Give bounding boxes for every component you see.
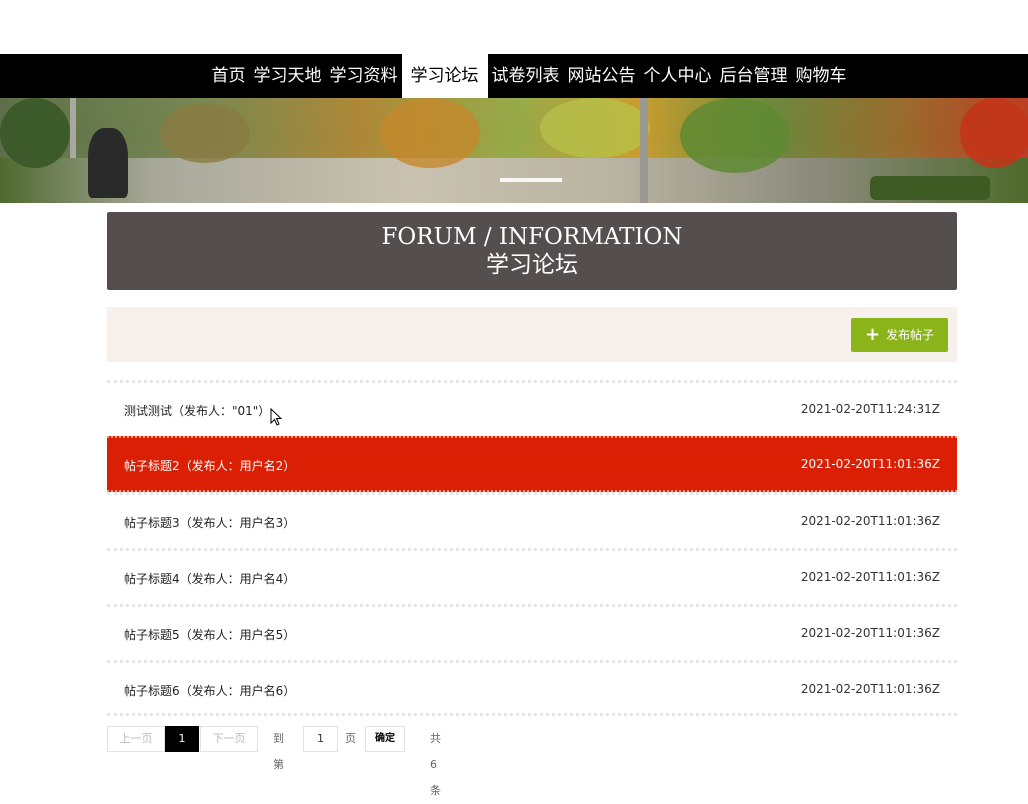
add-post-button[interactable]: + 发布帖子 (851, 318, 948, 352)
nav-item-study-world[interactable]: 学习天地 (250, 54, 326, 98)
post-title: 帖子标题4（发布人：用户名4） (124, 572, 296, 586)
post-list: 测试测试（发布人："01"） 2021-02-20T11:24:31Z 帖子标题… (107, 380, 957, 716)
plus-icon: + (865, 324, 881, 345)
post-date: 2021-02-20T11:01:36Z (800, 626, 940, 640)
nav-item-admin[interactable]: 后台管理 (716, 54, 792, 98)
post-row[interactable]: 帖子标题4（发布人：用户名4） 2021-02-20T11:01:36Z (107, 548, 957, 604)
nav-item-exam-list[interactable]: 试卷列表 (488, 54, 564, 98)
post-date: 2021-02-20T11:01:36Z (800, 570, 940, 584)
prev-page-button[interactable]: 上一页 (107, 726, 165, 752)
goto-label: 到第 (273, 732, 284, 771)
banner-image (0, 98, 1028, 203)
confirm-button[interactable]: 确定 (365, 726, 405, 752)
post-row[interactable]: 测试测试（发布人："01"） 2021-02-20T11:24:31Z (107, 380, 957, 436)
nav-item-home[interactable]: 首页 (208, 54, 250, 98)
post-title: 帖子标题5（发布人：用户名5） (124, 628, 296, 642)
page-title-box: FORUM / INFORMATION 学习论坛 (107, 212, 957, 290)
post-title: 帖子标题2（发布人：用户名2） (124, 459, 296, 473)
page-title-en: FORUM / INFORMATION (381, 224, 683, 250)
post-title: 帖子标题3（发布人：用户名3） (124, 516, 296, 530)
page-unit-label: 页 (345, 732, 356, 745)
post-date: 2021-02-20T11:01:36Z (800, 514, 940, 528)
main-nav: 首页 学习天地 学习资料 学习论坛 试卷列表 网站公告 个人中心 后台管理 购物… (0, 54, 1028, 98)
post-row[interactable]: 帖子标题5（发布人：用户名5） 2021-02-20T11:01:36Z (107, 604, 957, 660)
add-post-label: 发布帖子 (886, 328, 935, 342)
nav-item-cart[interactable]: 购物车 (792, 54, 851, 98)
action-bar: + 发布帖子 (107, 307, 957, 362)
post-row[interactable]: 帖子标题6（发布人：用户名6） 2021-02-20T11:01:36Z (107, 660, 957, 716)
post-date: 2021-02-20T11:01:36Z (800, 457, 940, 471)
nav-item-announcements[interactable]: 网站公告 (564, 54, 640, 98)
post-date: 2021-02-20T11:24:31Z (800, 402, 940, 416)
post-row[interactable]: 帖子标题2（发布人：用户名2） 2021-02-20T11:01:36Z (107, 436, 957, 492)
post-date: 2021-02-20T11:01:36Z (800, 682, 940, 696)
post-title: 帖子标题6（发布人：用户名6） (124, 684, 296, 698)
page-number-button[interactable]: 1 (165, 726, 199, 752)
carousel-indicator[interactable] (500, 178, 562, 182)
post-row[interactable]: 帖子标题3（发布人：用户名3） 2021-02-20T11:01:36Z (107, 492, 957, 548)
page-title-cn: 学习论坛 (486, 252, 578, 278)
nav-item-personal-center[interactable]: 个人中心 (640, 54, 716, 98)
next-page-button[interactable]: 下一页 (200, 726, 258, 752)
goto-page-input[interactable]: 1 (303, 726, 338, 752)
post-title: 测试测试（发布人："01"） (124, 404, 271, 418)
nav-item-forum[interactable]: 学习论坛 (401, 54, 488, 98)
total-count: 共 6 条 (430, 732, 441, 797)
nav-item-study-materials[interactable]: 学习资料 (326, 54, 402, 98)
mouse-cursor-icon (270, 408, 283, 426)
